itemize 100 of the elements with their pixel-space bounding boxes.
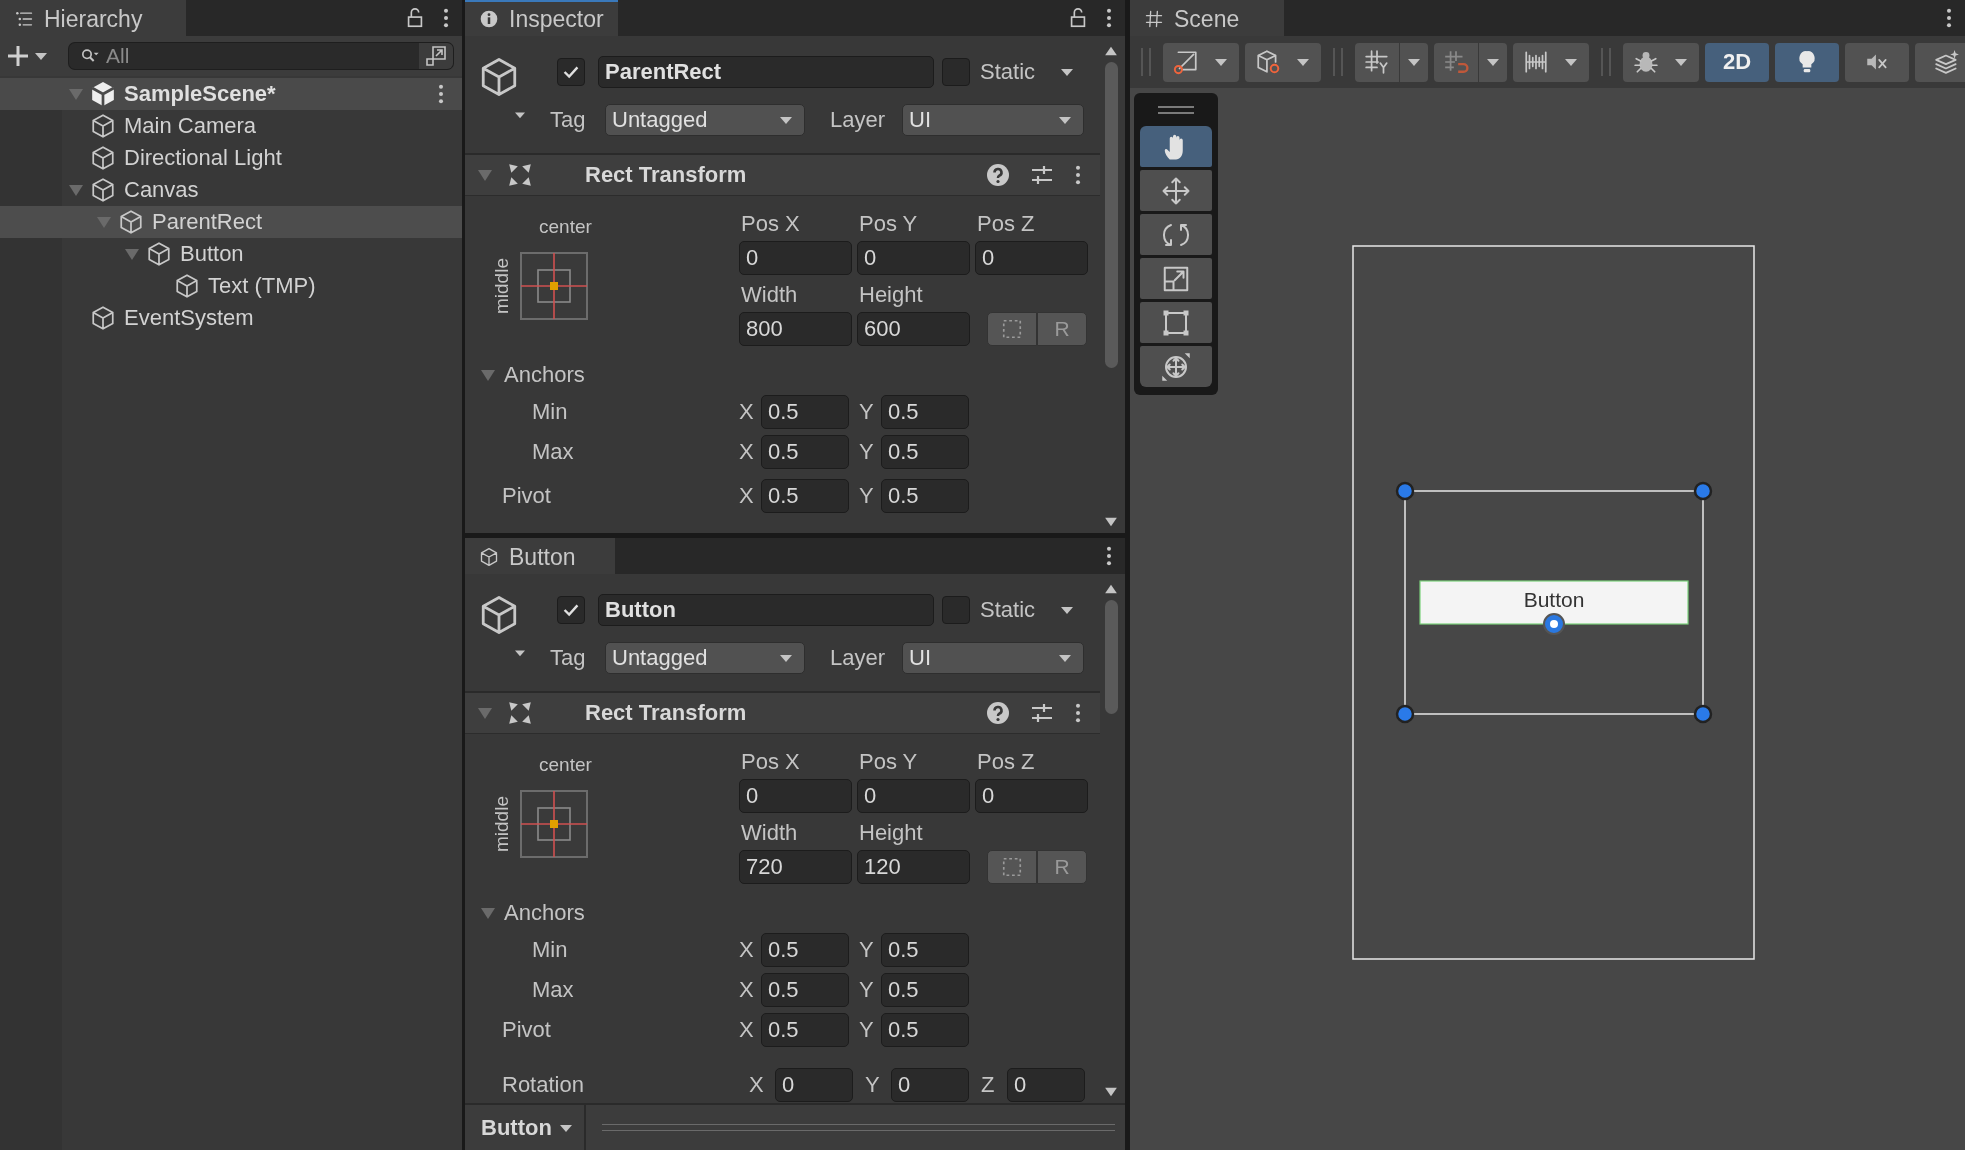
toolbar-button[interactable] — [1513, 42, 1589, 82]
anchor-preset-button[interactable] — [520, 790, 588, 858]
pivot-handle[interactable] — [1543, 613, 1565, 635]
panel-tab[interactable]: Button — [465, 538, 615, 574]
panel-tab[interactable]: Scene — [1130, 0, 1284, 36]
help-icon[interactable] — [986, 701, 1010, 725]
scroll-up-icon[interactable] — [1104, 46, 1118, 56]
tool-button[interactable] — [1140, 346, 1212, 387]
number-field[interactable]: 800 — [739, 312, 852, 346]
scroll-up-icon[interactable] — [1104, 584, 1118, 594]
blueprint-mode-button[interactable] — [987, 312, 1037, 346]
number-field[interactable]: 0 — [891, 1068, 969, 1102]
hierarchy-item[interactable]: Canvas — [0, 174, 462, 206]
number-field[interactable]: 0 — [857, 779, 970, 813]
toolbar-button[interactable] — [1845, 42, 1909, 82]
more-icon[interactable] — [1105, 7, 1113, 29]
layer-dropdown[interactable]: UI — [902, 642, 1084, 674]
resize-handle[interactable] — [1693, 704, 1713, 724]
number-field[interactable]: 0 — [857, 241, 970, 275]
tool-button[interactable] — [1140, 258, 1212, 299]
toolbar-button[interactable] — [1355, 42, 1399, 82]
scrollbar-thumb[interactable] — [1104, 62, 1118, 368]
hierarchy-item[interactable]: EventSystem — [0, 302, 462, 334]
hierarchy-item[interactable]: Text (TMP) — [0, 270, 462, 302]
caret-icon[interactable] — [1059, 604, 1076, 616]
caret-icon[interactable] — [513, 648, 527, 658]
number-field[interactable]: 0.5 — [761, 1013, 849, 1047]
active-checkbox[interactable] — [557, 596, 585, 624]
number-field[interactable]: 120 — [857, 850, 970, 884]
resize-handle[interactable] — [1693, 481, 1713, 501]
number-field[interactable]: 0.5 — [881, 395, 969, 429]
number-field[interactable]: 0.5 — [761, 933, 849, 967]
scrollbar-thumb[interactable] — [1104, 600, 1118, 714]
number-field[interactable]: 0.5 — [881, 435, 969, 469]
hierarchy-item[interactable]: ParentRect — [0, 206, 462, 238]
tool-button[interactable] — [1140, 126, 1212, 167]
tool-button[interactable] — [1140, 170, 1212, 211]
toolbar-button[interactable]: 2D — [1705, 42, 1769, 82]
tag-dropdown[interactable]: Untagged — [605, 104, 805, 136]
static-checkbox[interactable] — [942, 58, 970, 86]
hierarchy-item[interactable]: Button — [0, 238, 462, 270]
hierarchy-item[interactable]: Main Camera — [0, 110, 462, 142]
number-field[interactable]: 0 — [975, 241, 1088, 275]
object-dropdown[interactable]: Button — [465, 1105, 586, 1150]
toolbar-button[interactable] — [1775, 42, 1839, 82]
anchor-preset-button[interactable] — [520, 252, 588, 320]
more-icon[interactable] — [1074, 702, 1082, 724]
dropdown-button[interactable] — [1479, 42, 1507, 82]
number-field[interactable]: 0.5 — [761, 973, 849, 1007]
toolbar-button[interactable] — [1915, 42, 1965, 82]
resize-handle[interactable] — [1395, 481, 1415, 501]
more-icon[interactable] — [437, 83, 445, 105]
name-field[interactable]: ParentRect — [598, 56, 934, 88]
help-icon[interactable] — [986, 163, 1010, 187]
number-field[interactable]: 0 — [739, 241, 852, 275]
static-checkbox[interactable] — [942, 596, 970, 624]
drag-handle-icon[interactable] — [1158, 105, 1194, 115]
number-field[interactable]: 0.5 — [761, 435, 849, 469]
tool-button[interactable] — [1140, 214, 1212, 255]
name-field[interactable]: Button — [598, 594, 934, 626]
add-button[interactable] — [8, 44, 48, 68]
panel-tab[interactable]: Inspector — [465, 0, 618, 36]
number-field[interactable]: 0.5 — [881, 973, 969, 1007]
hierarchy-item[interactable]: Directional Light — [0, 142, 462, 174]
tag-dropdown[interactable]: Untagged — [605, 642, 805, 674]
resize-handle[interactable] — [601, 1124, 1115, 1131]
component-header[interactable]: Rect Transform — [465, 155, 1100, 196]
toolbar-button[interactable] — [1245, 42, 1321, 82]
panel-tab[interactable]: Hierarchy — [0, 0, 186, 36]
number-field[interactable]: 0 — [1007, 1068, 1085, 1102]
toolbar-button[interactable] — [1163, 42, 1239, 82]
more-icon[interactable] — [1105, 545, 1113, 567]
more-icon[interactable] — [442, 7, 450, 29]
number-field[interactable]: 0.5 — [881, 933, 969, 967]
number-field[interactable]: 0.5 — [881, 1013, 969, 1047]
toolbar-button[interactable] — [1623, 42, 1699, 82]
layer-dropdown[interactable]: UI — [902, 104, 1084, 136]
sliders-icon[interactable] — [1030, 163, 1054, 187]
caret-icon[interactable] — [1059, 66, 1076, 78]
dropdown-button[interactable] — [1400, 42, 1428, 82]
tool-button[interactable] — [1140, 302, 1212, 343]
sliders-icon[interactable] — [1030, 701, 1054, 725]
scene-row[interactable]: SampleScene* — [0, 78, 462, 110]
number-field[interactable]: 0 — [975, 779, 1088, 813]
scroll-down-icon[interactable] — [1104, 1087, 1118, 1097]
number-field[interactable]: 0.5 — [881, 479, 969, 513]
number-field[interactable]: 720 — [739, 850, 852, 884]
scroll-down-icon[interactable] — [1104, 517, 1118, 527]
more-icon[interactable] — [1074, 164, 1082, 186]
component-header[interactable]: Rect Transform — [465, 693, 1100, 734]
resize-handle[interactable] — [1395, 704, 1415, 724]
number-field[interactable]: 0 — [739, 779, 852, 813]
number-field[interactable]: 600 — [857, 312, 970, 346]
blueprint-mode-button[interactable] — [987, 850, 1037, 884]
number-field[interactable]: 0 — [775, 1068, 853, 1102]
number-field[interactable]: 0.5 — [761, 479, 849, 513]
more-icon[interactable] — [1945, 7, 1953, 29]
number-field[interactable]: 0.5 — [761, 395, 849, 429]
caret-icon[interactable] — [513, 110, 527, 120]
active-checkbox[interactable] — [557, 58, 585, 86]
